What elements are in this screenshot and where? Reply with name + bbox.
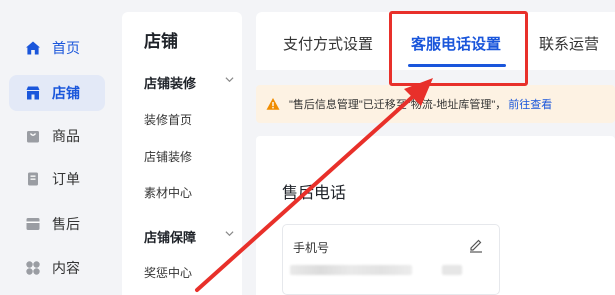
masked-phone-number — [290, 265, 412, 275]
main-nav: 首页 店铺 商品 订单 售后 内容 — [0, 0, 120, 295]
migration-notice: "售后信息管理"已迁移至"物流-地址库管理"， 前往查看 — [256, 85, 615, 123]
subnav-group-label: 店铺装修 — [144, 76, 197, 91]
order-icon — [25, 171, 41, 187]
section-title: 售后电话 — [282, 185, 347, 202]
nav-item-store[interactable]: 店铺 — [9, 75, 105, 111]
subnav-group-label: 店铺保障 — [144, 230, 197, 245]
notice-text: "售后信息管理"已迁移至"物流-地址库管理"， — [289, 99, 507, 111]
chevron-down-icon — [225, 231, 234, 237]
store-subnav: 店铺 店铺装修 装修首页 店铺装修 素材中心 店铺保障 奖惩中心 — [122, 12, 242, 295]
subnav-title: 店铺 — [144, 32, 178, 51]
subnav-item-material-center[interactable]: 素材中心 — [144, 184, 192, 201]
after-sales-icon — [25, 216, 41, 232]
subnav-item-reward-penalty[interactable]: 奖惩中心 — [144, 264, 192, 281]
phone-label: 手机号 — [293, 241, 330, 255]
edit-pencil-icon[interactable] — [468, 237, 484, 253]
product-bag-icon — [25, 128, 41, 144]
nav-item-home[interactable]: 首页 — [9, 30, 105, 66]
nav-label-order: 订单 — [52, 171, 80, 187]
nav-label-store: 店铺 — [52, 85, 80, 101]
notice-view-link[interactable]: 前往查看 — [508, 96, 552, 112]
store-icon — [25, 85, 41, 101]
annotation-highlight-box — [389, 11, 528, 86]
subnav-item-store-decoration[interactable]: 店铺装修 — [144, 148, 192, 165]
nav-item-order[interactable]: 订单 — [9, 161, 105, 197]
subnav-group-decoration[interactable]: 店铺装修 — [144, 73, 234, 92]
nav-item-after-sales[interactable]: 售后 — [9, 206, 105, 242]
subnav-item-decoration-home[interactable]: 装修首页 — [144, 111, 192, 128]
chevron-down-icon — [225, 77, 234, 83]
nav-label-home: 首页 — [52, 40, 80, 56]
subnav-group-guarantee[interactable]: 店铺保障 — [144, 227, 234, 246]
nav-label-after-sales: 售后 — [52, 216, 80, 232]
home-icon — [25, 40, 41, 56]
nav-label-product: 商品 — [52, 128, 80, 144]
tab-payment-method[interactable]: 支付方式设置 — [283, 33, 373, 54]
nav-item-product[interactable]: 商品 — [9, 118, 105, 154]
phone-settings-panel: 售后电话 手机号 — [256, 136, 615, 295]
nav-item-content[interactable]: 内容 — [9, 250, 105, 286]
content-grid-icon — [25, 260, 41, 276]
nav-label-content: 内容 — [52, 260, 80, 276]
tab-contact-operations[interactable]: 联系运营 — [539, 33, 599, 54]
warning-icon — [266, 98, 280, 110]
masked-phone-number-tail — [442, 265, 462, 275]
phone-card: 手机号 — [282, 224, 500, 295]
